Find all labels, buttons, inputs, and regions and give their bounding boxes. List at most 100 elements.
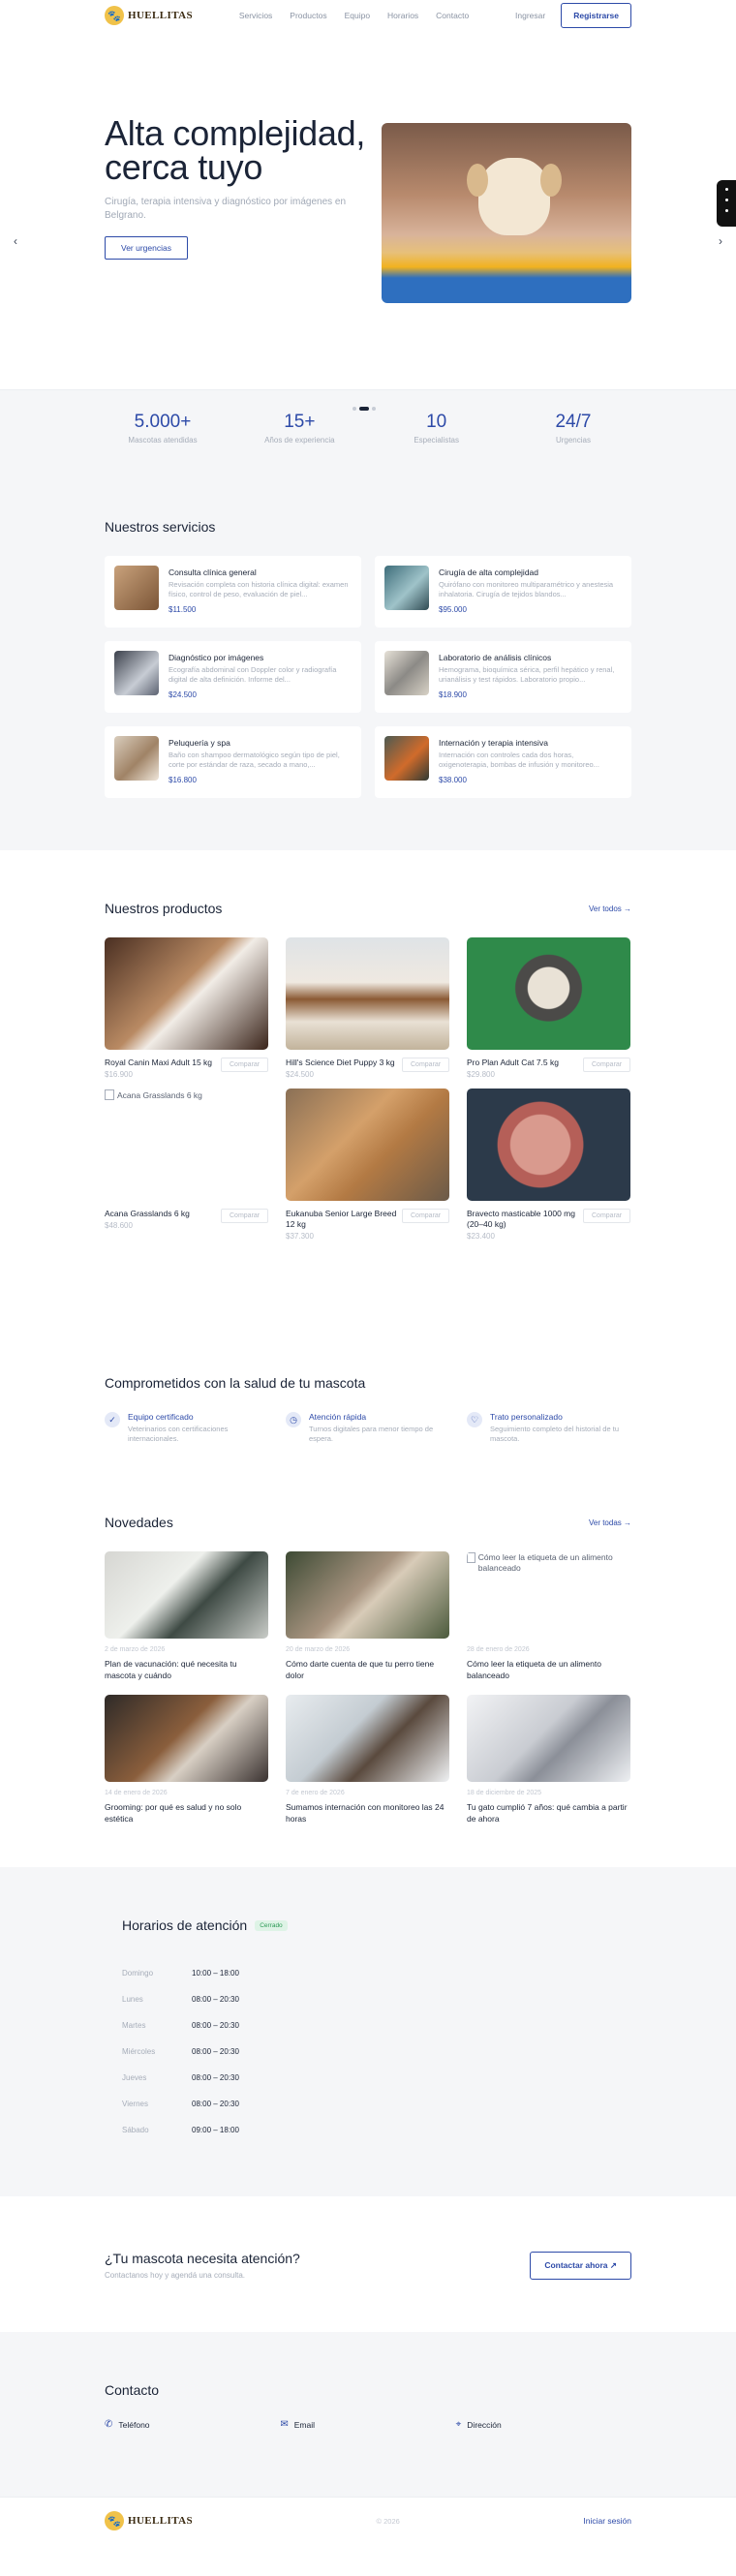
product-card[interactable]: Hill's Science Diet Puppy 3 kg $24.500 C… — [286, 937, 450, 1079]
commitment-item-title: Trato personalizado — [490, 1412, 563, 1422]
contact-label: Teléfono — [118, 2419, 150, 2430]
stat-item: 15+ Años de experiencia — [241, 412, 357, 445]
news-headline: Plan de vacunación: qué necesita tu masc… — [105, 1659, 237, 1680]
hours-row: Jueves 08:00 – 20:30 — [122, 2065, 614, 2091]
news-date: 20 de marzo de 2026 — [286, 1646, 351, 1653]
hours-day: Viernes — [122, 2100, 148, 2108]
service-card[interactable]: Cirugía de alta complejidad Quirófano co… — [375, 556, 631, 628]
contact-now-button[interactable]: Contactar ahora ↗ — [530, 2251, 631, 2280]
footer-login-link[interactable]: Iniciar sesión — [583, 2516, 631, 2526]
chevron-right-icon[interactable]: › — [719, 234, 722, 248]
brand-logo[interactable]: 🐾 HUELLITAS — [105, 6, 193, 25]
compare-button[interactable]: Comparar — [402, 1209, 450, 1223]
news-date: 2 de marzo de 2026 — [105, 1646, 166, 1653]
product-image — [467, 937, 630, 1050]
product-card[interactable]: Pro Plan Adult Cat 7.5 kg $29.800 Compar… — [467, 937, 631, 1079]
service-card[interactable]: Consulta clínica general Revisación comp… — [105, 556, 361, 628]
product-price: $16.900 — [105, 1070, 133, 1079]
cta-subtitle: Contactanos hoy y agendá una consulta. — [105, 2271, 245, 2280]
product-card[interactable]: Eukanuba Senior Large Breed 12 kg $37.30… — [286, 1089, 450, 1241]
service-desc: Quirófano con monitoreo multiparamétrico… — [439, 580, 614, 598]
service-image — [384, 651, 429, 695]
register-button[interactable]: Registrarse — [561, 3, 631, 28]
news-headline: Cómo leer la etiqueta de un alimento bal… — [467, 1659, 601, 1680]
products-see-all-link[interactable]: Ver todos → — [589, 905, 631, 913]
commitment-section: Comprometidos con la salud de tu mascota… — [0, 1317, 736, 1499]
news-card[interactable]: 2 de marzo de 2026 Plan de vacunación: q… — [105, 1551, 268, 1681]
service-card[interactable]: Peluquería y spa Baño con shampoo dermat… — [105, 726, 361, 798]
paw-icon: 🐾 — [105, 2511, 124, 2530]
compare-button[interactable]: Comparar — [583, 1209, 631, 1223]
contact-title: Contacto — [105, 2382, 160, 2398]
news-section: Novedades Ver todas → 2 de marzo de 2026… — [0, 1499, 736, 1867]
header-actions: Ingresar Registrarse — [515, 3, 631, 28]
footer-logo[interactable]: 🐾 HUELLITAS — [105, 2511, 193, 2530]
hours-day: Lunes — [122, 1995, 143, 2004]
login-link[interactable]: Ingresar — [515, 11, 545, 20]
accessibility-widget[interactable] — [717, 180, 736, 227]
hours-section: Horarios de atención Cerrado Domingo 10:0… — [0, 1867, 736, 2196]
hours-time: 08:00 – 20:30 — [192, 1995, 239, 2004]
product-price: $29.800 — [467, 1070, 495, 1079]
service-card[interactable]: Internación y terapia intensiva Internac… — [375, 726, 631, 798]
brand-name: HUELLITAS — [128, 2515, 193, 2527]
chevron-left-icon[interactable]: ‹ — [14, 234, 17, 248]
news-date: 14 de enero de 2026 — [105, 1790, 168, 1796]
hours-time: 09:00 – 18:00 — [192, 2126, 239, 2134]
compare-button[interactable]: Comparar — [583, 1058, 631, 1072]
stats-band: 5.000+ Mascotas atendidas 15+ Años de ex… — [0, 389, 736, 473]
stat-value: 10 — [426, 412, 447, 432]
product-name: Hill's Science Diet Puppy 3 kg — [286, 1058, 395, 1067]
product-image — [105, 937, 268, 1050]
contact-address[interactable]: ⌖ Dirección — [456, 2419, 631, 2430]
mail-icon: ✉ — [280, 2419, 289, 2430]
nav-item-servicios[interactable]: Servicios — [239, 11, 272, 20]
compare-button[interactable]: Comparar — [221, 1058, 269, 1072]
compare-button[interactable]: Comparar — [221, 1209, 269, 1223]
carousel-dot[interactable] — [353, 407, 356, 411]
news-date: 7 de enero de 2026 — [286, 1790, 345, 1796]
nav-item-equipo[interactable]: Equipo — [345, 11, 370, 20]
news-card[interactable]: 20 de marzo de 2026 Cómo darte cuenta de… — [286, 1551, 449, 1681]
hero-text: Alta complejidad, cerca tuyo Cirugía, te… — [105, 116, 366, 303]
service-image — [114, 651, 159, 695]
clock-icon: ◷ — [286, 1412, 301, 1427]
carousel-dot-active[interactable] — [359, 407, 369, 411]
product-card[interactable]: Acana Grasslands 6 kg Acana Grasslands 6… — [105, 1089, 269, 1241]
news-card[interactable]: 7 de enero de 2026 Sumamos internación c… — [286, 1695, 449, 1825]
service-card[interactable]: Laboratorio de análisis clínicos Hemogra… — [375, 641, 631, 713]
urgencias-button[interactable]: Ver urgencias — [105, 236, 188, 260]
services-title: Nuestros servicios — [105, 519, 216, 535]
news-card[interactable]: 14 de enero de 2026 Grooming: por qué es… — [105, 1695, 268, 1825]
hours-day: Domingo — [122, 1969, 154, 1978]
product-name: Bravecto masticable 1000 mg (20–40 kg) — [467, 1209, 575, 1229]
nav-item-contacto[interactable]: Contacto — [436, 11, 469, 20]
nav-item-horarios[interactable]: Horarios — [387, 11, 418, 20]
commitment-item: ✓ Equipo certificado Veterinarios con ce… — [105, 1412, 269, 1444]
product-card[interactable]: Bravecto masticable 1000 mg (20–40 kg) $… — [467, 1089, 631, 1241]
service-card[interactable]: Diagnóstico por imágenes Ecografía abdom… — [105, 641, 361, 713]
contact-phone[interactable]: ✆ Teléfono — [105, 2419, 280, 2430]
nav-item-productos[interactable]: Productos — [290, 11, 326, 20]
news-image-broken: Cómo leer la etiqueta de un alimento bal… — [467, 1551, 630, 1639]
hours-table: Domingo 10:00 – 18:00 Lunes 08:00 – 20:30 … — [122, 1960, 614, 2143]
hours-row: Martes 08:00 – 20:30 — [122, 2012, 614, 2039]
brand-name: HUELLITAS — [128, 10, 193, 21]
stat-value: 5.000+ — [134, 412, 192, 432]
contact-email[interactable]: ✉ Email — [280, 2419, 455, 2430]
service-price: $95.000 — [439, 605, 467, 614]
compare-button[interactable]: Comparar — [402, 1058, 450, 1072]
service-price: $24.500 — [169, 690, 197, 699]
news-see-all-link[interactable]: Ver todas → — [589, 1518, 631, 1527]
hours-row: Sábado 09:00 – 18:00 — [122, 2117, 614, 2143]
news-card[interactable]: 18 de diciembre de 2025 Tu gato cumplió … — [467, 1695, 630, 1825]
news-headline: Grooming: por qué es salud y no solo est… — [105, 1802, 242, 1824]
carousel-dot[interactable] — [372, 407, 376, 411]
service-image — [384, 736, 429, 781]
news-card[interactable]: Cómo leer la etiqueta de un alimento bal… — [467, 1551, 630, 1681]
product-name: Acana Grasslands 6 kg — [105, 1209, 190, 1218]
hero-subtitle: Cirugía, terapia intensiva y diagnóstico… — [105, 197, 347, 221]
product-image — [467, 1089, 630, 1201]
main-nav: Servicios Productos Equipo Horarios Cont… — [239, 11, 469, 20]
product-card[interactable]: Royal Canin Maxi Adult 15 kg $16.900 Com… — [105, 937, 269, 1079]
